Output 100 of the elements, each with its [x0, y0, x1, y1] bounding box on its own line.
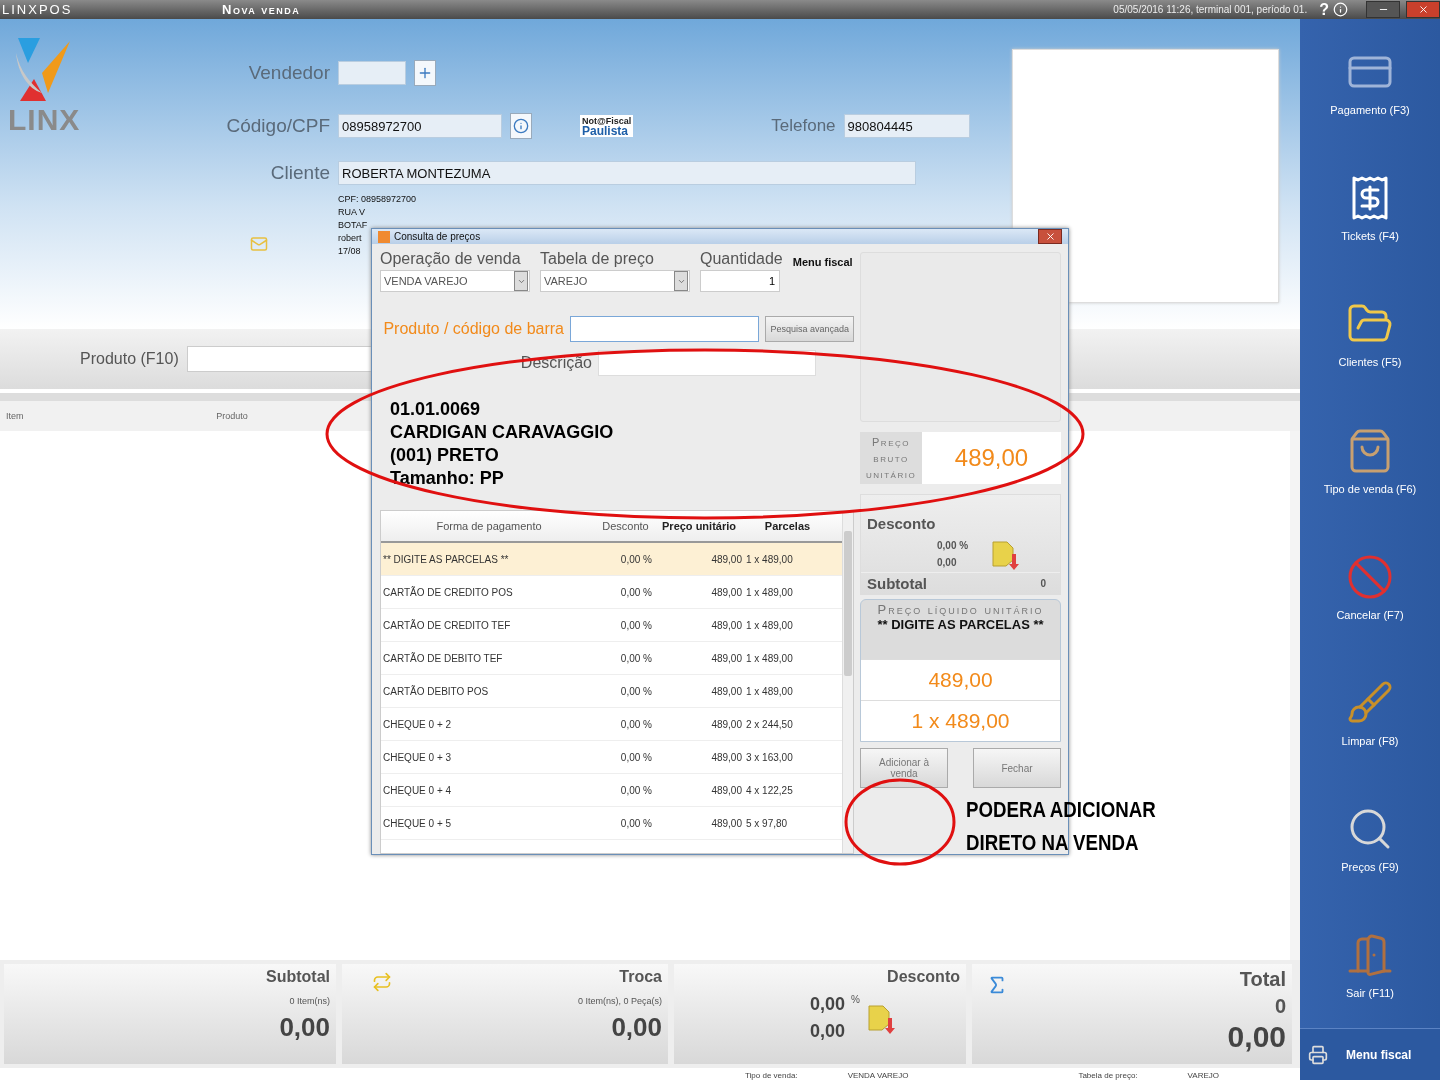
total-value: 0,00 [1226, 1020, 1286, 1054]
table-cell-text: 0,00 % [619, 619, 653, 631]
table-cell-text: 1 x 489,00 [745, 586, 794, 598]
field-label: Vendedor [247, 62, 331, 84]
gross-price: 489,00 [922, 432, 1061, 484]
advanced-search-button[interactable]: Pesquisa avançada [765, 316, 854, 342]
sidebar-button[interactable]: Pagamento (F3) [1305, 19, 1435, 146]
item-count: 0 Item(ns) [288, 996, 330, 1006]
info-button[interactable] [510, 113, 532, 139]
field-label: Produto (F10) [80, 350, 179, 368]
add-button[interactable] [414, 60, 436, 86]
close-dialog-button[interactable]: Fechar [973, 748, 1061, 788]
table-cell-text: CARTÃO DE CREDITO POS [382, 586, 514, 598]
window-title: Nova venda [222, 2, 302, 17]
table-cell-text: 0,00 % [619, 784, 653, 796]
exchange-icon [372, 972, 392, 992]
table-cell-text: 0,00 % [619, 652, 653, 664]
phone-field[interactable]: 980804445 [843, 114, 970, 138]
field-label: Quantidade [700, 250, 783, 268]
add-to-sale-button[interactable]: Adicionar à venda [860, 748, 948, 788]
client-info-line: 17/08 [338, 245, 361, 258]
table-cell-text: 0,00 % [619, 685, 653, 697]
seller-field[interactable] [338, 61, 406, 85]
discount-percent: 0,00 % [937, 540, 969, 551]
table-cell-text: 0,00 % [619, 751, 653, 763]
table-cell-text: CARTÃO DE DEBITO TEF [382, 652, 504, 664]
column-header: Item [5, 411, 25, 421]
field-label: Tabela de preço [540, 250, 655, 268]
close-icon [1417, 4, 1429, 15]
nota-fiscal-badge[interactable]: Not@Fiscal Paulista [580, 115, 634, 137]
subtotal-value: 0,00 [278, 1012, 330, 1043]
table-cell-text: ** DIGITE AS PARCELAS ** [382, 553, 510, 565]
field-label: Código/CPF [225, 115, 331, 137]
cpf-field[interactable]: 08958972700 [338, 114, 502, 138]
table-cell-text: CARTÃO DEBITO POS [382, 685, 490, 697]
table-cell-text: 1 x 489,00 [745, 652, 794, 664]
net-price-label: Preço líquido unitário [876, 601, 1045, 617]
panel-title: Subtotal [266, 968, 330, 986]
close-button[interactable] [1406, 1, 1440, 18]
footer-value: VENDA VAREJO [847, 1070, 909, 1080]
field-label: Produto / código de barra [382, 320, 564, 338]
info-icon[interactable] [1333, 2, 1348, 17]
quantity-field[interactable]: 1 [700, 270, 780, 292]
window-icon [378, 230, 390, 243]
table-cell-text: 2 x 244,50 [745, 718, 794, 730]
discount-value: 0,00 [810, 1021, 846, 1042]
subtotal-label: Subtotal [867, 575, 927, 592]
column-header: Parcelas [763, 520, 812, 532]
client-info-line: robert [338, 232, 362, 245]
price-table-select[interactable]: VAREJO [540, 270, 690, 292]
logo-text: LINX [8, 103, 81, 137]
discount-value: 0,00 [937, 557, 958, 568]
scrollbar[interactable] [1290, 431, 1300, 960]
table-cell-text: 489,00 [710, 586, 743, 598]
sidebar-button[interactable]: Sair (F11) [1305, 902, 1435, 1029]
payment-row[interactable]: ** DIGITE AS PARCELAS ** 0,00 % 489,00 1 x 489,00 [381, 543, 842, 576]
minimize-button[interactable] [1366, 1, 1400, 18]
sidebar-button[interactable]: Tipo de venda (F6) [1305, 397, 1435, 524]
barcode-field[interactable] [570, 316, 760, 342]
table-cell-text: 1 x 489,00 [745, 553, 794, 565]
table-cell-text: 489,00 [710, 817, 743, 829]
column-header: Produto [215, 411, 249, 421]
footer-label: Tipo de venda: [745, 1070, 798, 1080]
scrollbar[interactable] [842, 511, 853, 853]
column-header: Forma de pagamento [435, 520, 543, 532]
table-cell-text: CHEQUE 0 + 4 [382, 784, 453, 796]
menu-fiscal-label: Menu fiscal [792, 256, 853, 270]
operation-select[interactable]: VENDA VAREJO [380, 270, 530, 292]
table-cell-text: CHEQUE 0 + 2 [382, 718, 453, 730]
table-cell-text: 0,00 % [619, 817, 653, 829]
sidebar-button[interactable]: Preços (F9) [1305, 776, 1435, 903]
table-cell-text: 489,00 [710, 784, 743, 796]
table-cell-text: 489,00 [710, 619, 743, 631]
close-icon [1044, 231, 1056, 242]
sidebar-button[interactable]: Limpar (F8) [1305, 649, 1435, 777]
scrollbar-thumb[interactable] [844, 531, 852, 676]
sidebar-button[interactable]: Tickets (F4) [1305, 145, 1435, 272]
table-cell-text: CARTÃO DE CREDITO TEF [382, 619, 512, 631]
table-cell-text: 0,00 % [619, 718, 653, 730]
table-cell-text: 3 x 163,00 [745, 751, 794, 763]
column-header: Preço unitário [661, 520, 737, 532]
client-field[interactable]: ROBERTA MONTEZUMA [338, 161, 916, 185]
description-field[interactable] [598, 350, 816, 376]
table-cell-text: 489,00 [710, 652, 743, 664]
panel-title: Troca [619, 968, 662, 986]
field-label: Operação de venda [380, 250, 522, 268]
panel-title: Total [1239, 968, 1286, 991]
close-button[interactable] [1038, 229, 1062, 244]
product-info-line: (001) PRETO [390, 444, 500, 467]
sidebar-button[interactable]: Clientes (F5) [1305, 271, 1435, 398]
column-header: Desconto [601, 520, 650, 532]
subtotal-value: 0 [1040, 578, 1046, 589]
sidebar-button[interactable]: Cancelar (F7) [1305, 523, 1435, 650]
table-cell-text: 0,00 % [619, 553, 653, 565]
client-info-line: CPF: 08958972700 [338, 193, 417, 206]
price-label: Preço bruto unitário [860, 432, 922, 484]
info-icon [513, 118, 529, 134]
panel-title: Desconto [887, 968, 960, 986]
menu-fiscal-button[interactable]: Menu fiscal [1300, 1028, 1440, 1080]
help-button[interactable]: ? [1319, 0, 1329, 19]
